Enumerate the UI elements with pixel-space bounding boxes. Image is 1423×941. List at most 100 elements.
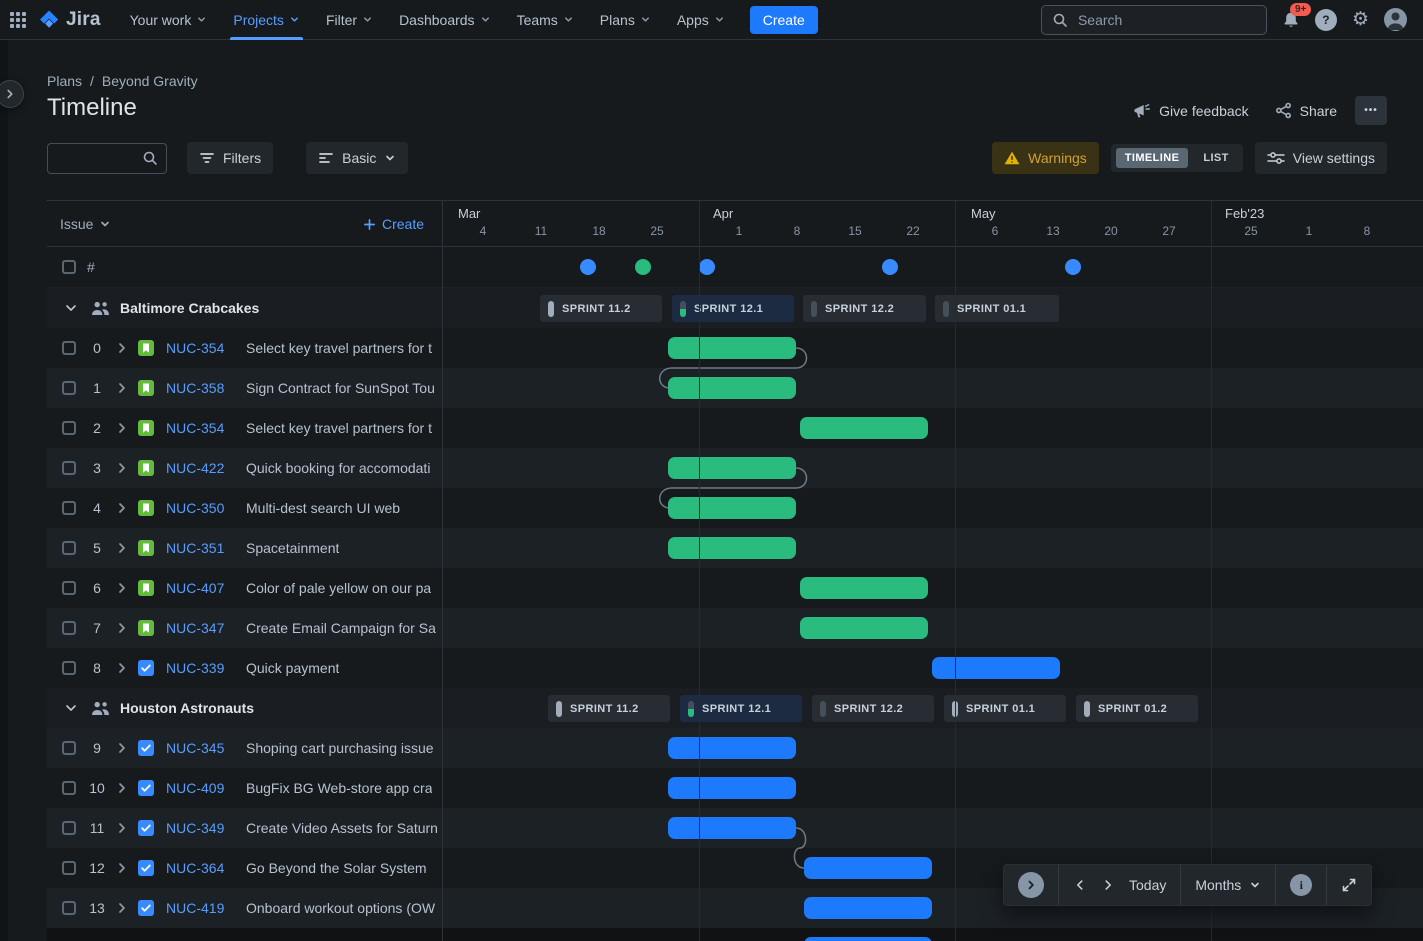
issue-key-link[interactable]: NUC-349 [166, 820, 236, 836]
gantt-bar[interactable] [668, 497, 796, 519]
sprint-bar[interactable]: SPRINT 01.2 [1076, 695, 1198, 722]
breadcrumb-plans[interactable]: Plans [47, 73, 82, 89]
gantt-bar[interactable] [668, 377, 796, 399]
expand-row-icon[interactable] [114, 740, 130, 756]
gantt-bar[interactable] [800, 617, 928, 639]
gantt-bar[interactable] [668, 337, 796, 359]
filter-search-input[interactable] [56, 150, 136, 167]
release-marker[interactable] [699, 259, 715, 275]
expand-row-icon[interactable] [114, 420, 130, 436]
gantt-bar[interactable] [804, 857, 932, 879]
gantt-bar[interactable] [932, 657, 1060, 679]
expand-row-icon[interactable] [114, 780, 130, 796]
gantt-bar[interactable] [668, 817, 796, 839]
jira-logo[interactable]: Jira [38, 9, 101, 31]
issue-key-link[interactable]: NUC-347 [166, 620, 236, 636]
settings-gear-icon[interactable]: ⚙ [1352, 10, 1369, 29]
collapse-group-icon[interactable] [63, 300, 79, 316]
sprint-bar[interactable]: SPRINT 11.2 [540, 295, 662, 322]
expand-row-icon[interactable] [114, 380, 130, 396]
issue-key-link[interactable]: NUC-409 [166, 780, 236, 796]
create-issue-button[interactable]: Create [363, 216, 424, 232]
expand-sidebar-button[interactable] [0, 80, 24, 108]
issue-key-link[interactable]: NUC-364 [166, 860, 236, 876]
row-checkbox[interactable] [62, 581, 76, 595]
row-checkbox[interactable] [62, 661, 76, 675]
help-button[interactable]: ? [1315, 9, 1337, 31]
row-checkbox[interactable] [62, 421, 76, 435]
release-marker[interactable] [635, 259, 651, 275]
nav-item-filter[interactable]: Filter [313, 0, 386, 40]
global-search[interactable] [1041, 5, 1267, 35]
expand-row-icon[interactable] [114, 500, 130, 516]
row-checkbox[interactable] [62, 341, 76, 355]
issue-key-link[interactable]: NUC-407 [166, 580, 236, 596]
issue-key-link[interactable]: NUC-345 [166, 740, 236, 756]
collapse-toolbar-button[interactable] [1018, 872, 1044, 898]
app-switcher-icon[interactable] [10, 12, 26, 28]
row-checkbox[interactable] [62, 861, 76, 875]
create-button[interactable]: Create [750, 6, 818, 34]
issue-column-dropdown[interactable]: Issue [60, 216, 111, 232]
gantt-bar[interactable] [668, 737, 796, 759]
today-button[interactable]: Today [1129, 877, 1166, 893]
row-checkbox[interactable] [62, 541, 76, 555]
view-mode-dropdown[interactable]: Basic [306, 142, 408, 174]
share-button[interactable]: Share [1267, 97, 1345, 124]
issue-key-link[interactable]: NUC-422 [166, 460, 236, 476]
expand-row-icon[interactable] [114, 580, 130, 596]
gantt-bar[interactable] [800, 417, 928, 439]
filter-search-box[interactable] [47, 143, 167, 174]
nav-item-your-work[interactable]: Your work [117, 0, 221, 40]
issue-key-link[interactable]: NUC-351 [166, 540, 236, 556]
nav-item-dashboards[interactable]: Dashboards [386, 0, 504, 40]
row-checkbox[interactable] [62, 461, 76, 475]
fullscreen-button[interactable] [1341, 877, 1357, 893]
gantt-bar[interactable] [804, 937, 932, 941]
collapse-group-icon[interactable] [63, 700, 79, 716]
scroll-right-button[interactable] [1101, 878, 1115, 892]
zoom-level-dropdown[interactable]: Months [1195, 877, 1261, 893]
row-checkbox[interactable] [62, 381, 76, 395]
more-actions-button[interactable]: ••• [1355, 96, 1387, 125]
issue-key-link[interactable]: NUC-358 [166, 380, 236, 396]
row-checkbox[interactable] [62, 501, 76, 515]
row-checkbox[interactable] [62, 821, 76, 835]
nav-item-teams[interactable]: Teams [504, 0, 587, 40]
issue-key-link[interactable]: NUC-354 [166, 420, 236, 436]
nav-item-plans[interactable]: Plans [587, 0, 664, 40]
sprint-bar[interactable]: SPRINT 12.1 [672, 295, 794, 322]
sprint-bar[interactable]: SPRINT 01.1 [944, 695, 1066, 722]
warnings-button[interactable]: Warnings [992, 142, 1099, 174]
gantt-bar[interactable] [668, 537, 796, 559]
expand-row-icon[interactable] [114, 540, 130, 556]
expand-row-icon[interactable] [114, 340, 130, 356]
sprint-bar[interactable]: SPRINT 12.2 [812, 695, 934, 722]
avatar[interactable] [1384, 8, 1407, 31]
sprint-bar[interactable]: SPRINT 12.2 [803, 295, 926, 322]
expand-row-icon[interactable] [114, 860, 130, 876]
row-checkbox[interactable] [62, 781, 76, 795]
sprint-bar[interactable]: SPRINT 01.1 [935, 295, 1059, 322]
row-checkbox[interactable] [62, 260, 76, 274]
issue-key-link[interactable]: NUC-350 [166, 500, 236, 516]
gantt-bar[interactable] [804, 897, 932, 919]
sprint-bar[interactable]: SPRINT 11.2 [548, 695, 670, 722]
scroll-left-button[interactable] [1073, 878, 1087, 892]
tab-list[interactable]: LIST [1194, 148, 1237, 168]
global-search-input[interactable] [1076, 11, 1256, 29]
release-marker[interactable] [882, 259, 898, 275]
expand-row-icon[interactable] [114, 460, 130, 476]
give-feedback-button[interactable]: Give feedback [1125, 98, 1257, 124]
notifications-button[interactable]: 9+ [1282, 11, 1300, 29]
breadcrumb-plan-name[interactable]: Beyond Gravity [102, 73, 198, 89]
expand-row-icon[interactable] [114, 660, 130, 676]
release-marker[interactable] [1065, 259, 1081, 275]
issue-key-link[interactable]: NUC-419 [166, 900, 236, 916]
info-button[interactable]: i [1290, 874, 1312, 896]
gantt-bar[interactable] [668, 777, 796, 799]
gantt-bar[interactable] [668, 457, 796, 479]
issue-key-link[interactable]: NUC-339 [166, 660, 236, 676]
expand-row-icon[interactable] [114, 820, 130, 836]
gantt-bar[interactable] [800, 577, 928, 599]
